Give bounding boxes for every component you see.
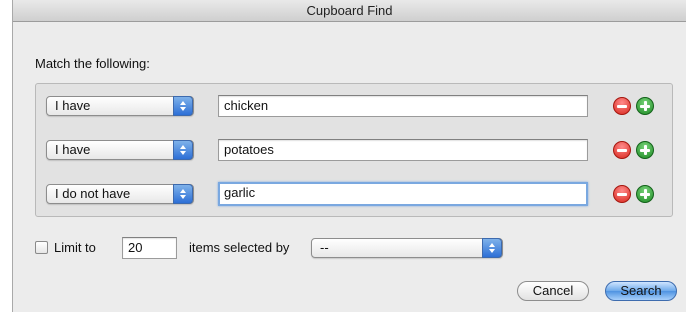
popup-arrows-icon (173, 96, 193, 116)
limit-label: Limit to (54, 240, 96, 255)
cancel-button[interactable]: Cancel (517, 281, 589, 301)
popup-arrows-icon (482, 238, 502, 258)
popup-arrows-icon (173, 184, 193, 204)
selected-by-popup[interactable]: -- (311, 238, 503, 258)
condition-popup[interactable]: I have (46, 140, 194, 160)
ingredient-field[interactable]: potatoes (218, 139, 588, 161)
rule-row: I have chicken (36, 94, 672, 118)
minus-icon (617, 192, 627, 196)
add-rule-button[interactable] (636, 97, 654, 115)
condition-label: I do not have (55, 186, 131, 201)
remove-rule-button[interactable] (613, 185, 631, 203)
condition-popup[interactable]: I do not have (46, 184, 194, 204)
ingredient-field[interactable]: garlic (218, 182, 588, 206)
window-title: Cupboard Find (13, 0, 686, 22)
condition-label: I have (55, 98, 91, 113)
selected-by-value: -- (320, 240, 329, 255)
limit-row: Limit to 20 items selected by -- (35, 237, 675, 259)
add-rule-button[interactable] (636, 141, 654, 159)
minus-icon (617, 148, 627, 152)
condition-popup[interactable]: I have (46, 96, 194, 116)
limit-count-field[interactable]: 20 (122, 237, 177, 259)
popup-arrows-icon (173, 140, 193, 160)
add-rule-button[interactable] (636, 185, 654, 203)
ingredient-field[interactable]: chicken (218, 95, 588, 117)
selected-by-label: items selected by (189, 240, 290, 255)
rule-list: I have chicken I have potatoes I do not … (35, 83, 673, 217)
search-button[interactable]: Search (605, 281, 677, 301)
rule-row: I do not have garlic (36, 182, 672, 206)
remove-rule-button[interactable] (613, 97, 631, 115)
remove-rule-button[interactable] (613, 141, 631, 159)
minus-icon (617, 104, 627, 108)
rule-row: I have potatoes (36, 138, 672, 162)
limit-checkbox[interactable] (35, 241, 48, 254)
cupboard-find-window: Cupboard Find Match the following: I hav… (12, 0, 686, 312)
match-label: Match the following: (35, 56, 150, 71)
condition-label: I have (55, 142, 91, 157)
